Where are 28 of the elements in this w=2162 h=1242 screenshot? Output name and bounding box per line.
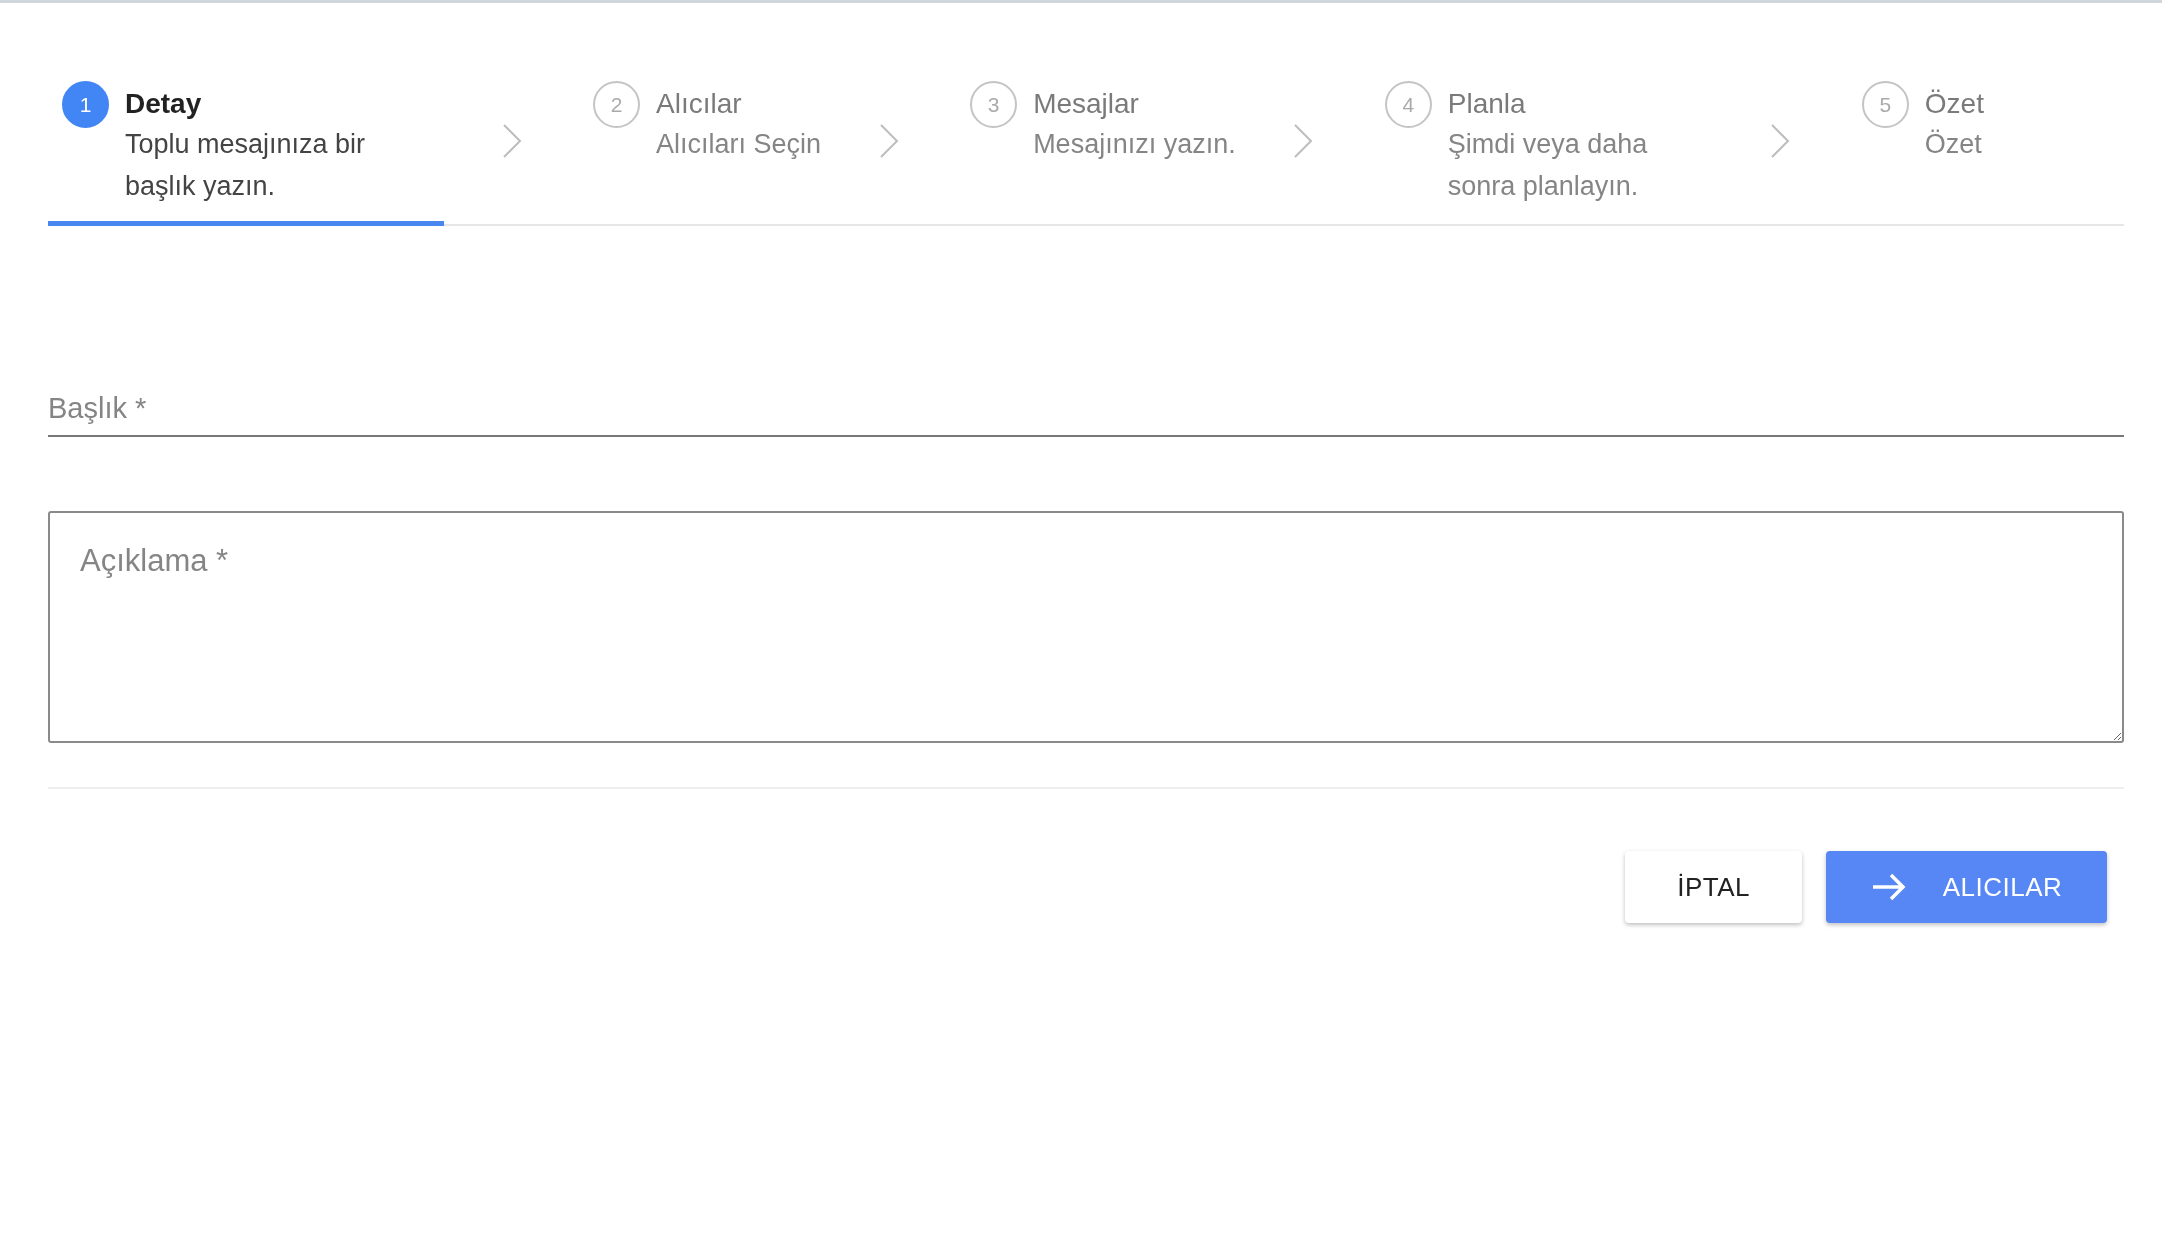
step-subtitle: Toplu mesajınıza bir başlık yazın. <box>125 128 367 203</box>
step-subtitle: Alıcıları Seçin <box>656 128 822 161</box>
step-title: Planla <box>1447 87 1527 121</box>
step-title: Detay <box>125 87 203 121</box>
stepper-step[interactable]: 2 Alıcılar Alıcıları Seçin <box>579 75 822 207</box>
step-number: 2 <box>593 81 641 128</box>
description-text-area[interactable]: Açıklama * <box>48 511 2124 743</box>
step-subtitle: Mesajınızı yazın. <box>1033 128 1236 161</box>
chevron-right-icon <box>1292 122 1315 160</box>
cancel-button[interactable]: İPTAL <box>1625 851 1802 923</box>
stepper-step[interactable]: 1 Detay Toplu mesajınıza bir başlık yazın. <box>48 75 444 226</box>
stepper-step[interactable]: 3 Mesajlar Mesajınızı yazın. <box>956 75 1236 207</box>
step-number: 3 <box>970 81 1018 128</box>
step-subtitle: Özet <box>1924 128 1983 161</box>
step-number: 5 <box>1861 81 1909 128</box>
stepper-step[interactable]: 4 Planla Şimdi veya daha sonra planlayın. <box>1370 75 1713 226</box>
chevron-right-icon <box>500 122 523 160</box>
chevron-right-icon <box>1769 122 1792 160</box>
step-title: Alıcılar <box>656 87 743 121</box>
next-button[interactable]: ALICILAR <box>1826 851 2107 923</box>
step-number: 4 <box>1384 81 1432 128</box>
chevron-right-icon <box>877 122 900 160</box>
stepper-step[interactable]: 5 Özet Özet <box>1847 75 1984 207</box>
step-title: Mesajlar <box>1033 87 1140 121</box>
arrow-right-icon <box>1870 871 1907 903</box>
step-title: Özet <box>1924 87 1984 121</box>
step-subtitle: Şimdi veya daha sonra planlayın. <box>1447 128 1649 203</box>
step-number: 1 <box>62 81 109 128</box>
